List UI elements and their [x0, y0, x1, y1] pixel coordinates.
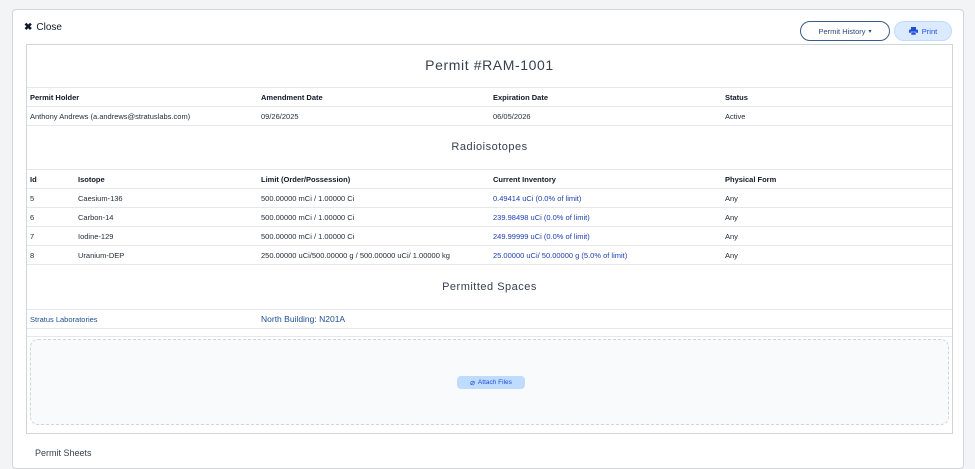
divider: [27, 106, 952, 107]
column-header-id: Id: [30, 175, 37, 184]
isotope-limit: 500.00000 mCi / 1.00000 Ci: [261, 213, 355, 222]
column-header-limit: Limit (Order/Possession): [261, 175, 351, 184]
paperclip-icon: ⌀: [470, 378, 475, 387]
space-organization-link[interactable]: Stratus Laboratories: [30, 315, 98, 324]
divider: [27, 245, 952, 246]
isotope-limit: 500.00000 mCi / 1.00000 Ci: [261, 232, 355, 241]
permit-holder-value: Anthony Andrews (a.andrews@stratuslabs.c…: [30, 112, 191, 121]
isotope-physical-form: Any: [725, 213, 738, 222]
divider: [27, 226, 952, 227]
file-drop-zone[interactable]: ⌀ Attach Files: [30, 339, 949, 425]
isotope-id: 7: [30, 232, 35, 241]
column-header-amendment-date: Amendment Date: [261, 93, 323, 102]
attach-files-button[interactable]: ⌀ Attach Files: [457, 376, 525, 389]
isotope-physical-form: Any: [725, 194, 738, 203]
divider: [27, 169, 952, 170]
print-label: Print: [921, 26, 938, 36]
permitted-spaces-title: Permitted Spaces: [442, 281, 537, 293]
column-header-status: Status: [725, 93, 748, 102]
column-header-current-inventory: Current Inventory: [493, 175, 556, 184]
column-header-permit-holder: Permit Holder: [30, 93, 80, 102]
isotope-name: Caesium-136: [78, 194, 123, 203]
permit-history-label: Permit History: [818, 26, 866, 36]
close-icon: ✖: [24, 22, 33, 33]
column-header-physical-form: Physical Form: [725, 175, 777, 184]
permit-history-button[interactable]: Permit History ▾: [800, 21, 890, 41]
permit-card: ✖ Close Permit History ▾ Print Permit #R…: [12, 9, 964, 469]
isotope-inventory-link[interactable]: 239.98498 uCi (0.0% of limit): [493, 213, 590, 222]
divider: [27, 309, 952, 310]
close-button[interactable]: ✖ Close: [24, 22, 62, 33]
isotope-id: 5: [30, 194, 35, 203]
column-header-expiration-date: Expiration Date: [493, 93, 549, 102]
expiration-date-value: 06/05/2026: [493, 112, 531, 121]
permit-sheets-heading: Permit Sheets: [35, 448, 92, 458]
print-button[interactable]: Print: [894, 21, 952, 41]
status-value: Active: [725, 112, 746, 121]
attach-files-label: Attach Files: [477, 379, 512, 386]
isotope-name: Carbon-14: [78, 213, 114, 222]
divider: [27, 87, 952, 88]
divider: [27, 328, 952, 329]
isotope-name: Iodine-129: [78, 232, 114, 241]
page-title: Permit #RAM-1001: [425, 57, 554, 73]
isotope-inventory-link[interactable]: 249.99999 uCi (0.0% of limit): [493, 232, 590, 241]
amendment-date-value: 09/26/2025: [261, 112, 299, 121]
isotope-physical-form: Any: [725, 251, 738, 260]
isotope-name: Uranium-DEP: [78, 251, 125, 260]
space-room-link[interactable]: North Building: N201A: [261, 314, 345, 324]
column-header-isotope: Isotope: [78, 175, 105, 184]
radioisotopes-title: Radioisotopes: [451, 141, 528, 153]
divider: [27, 125, 952, 126]
close-label: Close: [36, 22, 62, 33]
divider: [27, 336, 952, 337]
isotope-limit: 500.00000 mCi / 1.00000 Ci: [261, 194, 355, 203]
isotope-limit: 250.00000 uCi/500.00000 g / 500.00000 uC…: [261, 251, 450, 260]
isotope-physical-form: Any: [725, 232, 738, 241]
chevron-down-icon: ▾: [868, 28, 872, 35]
isotope-id: 8: [30, 251, 35, 260]
divider: [27, 264, 952, 265]
printer-icon: [908, 27, 918, 35]
isotope-id: 6: [30, 213, 35, 222]
isotope-inventory-link[interactable]: 0.49414 uCi (0.0% of limit): [493, 194, 581, 203]
divider: [27, 207, 952, 208]
divider: [27, 188, 952, 189]
isotope-inventory-link[interactable]: 25.00000 uCi/ 50.00000 g (5.0% of limit): [493, 251, 627, 260]
permit-details: Permit #RAM-1001 Permit Holder Amendment…: [26, 44, 953, 434]
